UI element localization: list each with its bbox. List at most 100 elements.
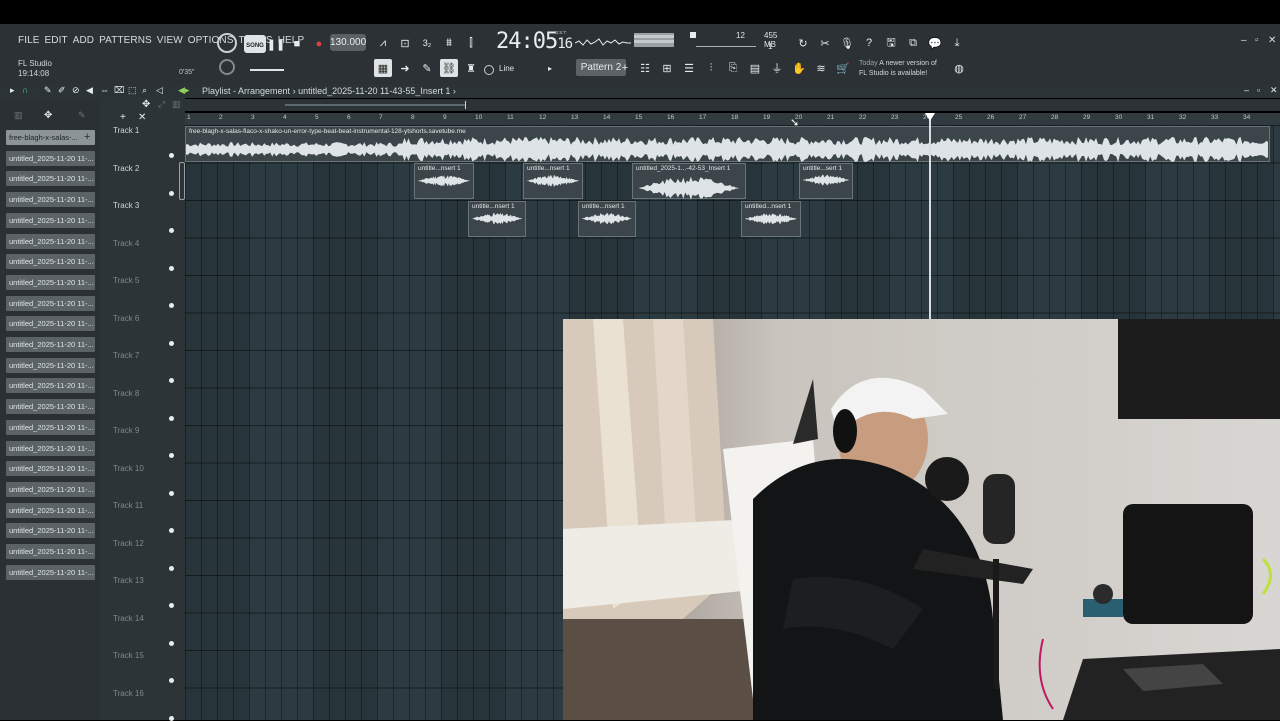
maximize-icon[interactable]: ▫	[1255, 35, 1259, 46]
track-label[interactable]: Track 15	[113, 651, 144, 660]
track-label[interactable]: Track 8	[113, 389, 139, 398]
track-mute-dot[interactable]	[169, 153, 174, 158]
track-label[interactable]: Track 2	[113, 164, 139, 173]
track-label[interactable]: Track 1	[113, 126, 139, 135]
snap-selector[interactable]: Line	[499, 64, 514, 73]
slice-tool-icon[interactable]: ⌧	[114, 85, 124, 96]
play-arrow-icon[interactable]: ▸	[10, 85, 15, 96]
track-label[interactable]: Track 14	[113, 614, 144, 623]
cart-icon[interactable]: 🛒	[834, 59, 852, 77]
cut-icon[interactable]: ✂	[816, 34, 834, 52]
playlist-minimize-icon[interactable]: –	[1244, 85, 1249, 95]
wait-input-icon[interactable]: ⊡	[396, 34, 414, 52]
horizontal-scrollbar[interactable]	[185, 99, 1280, 111]
pattern-arrow-icon[interactable]: ▸	[541, 59, 559, 77]
clip-list-item[interactable]: untitled_2025-11-20 11-...	[6, 212, 95, 228]
playlist-close-icon[interactable]: ✕	[1270, 85, 1278, 96]
track-mute-dot[interactable]	[169, 678, 174, 683]
clip-list-item[interactable]: untitled_2025-11-20 11-...	[6, 399, 95, 415]
track-label[interactable]: Track 4	[113, 239, 139, 248]
track-mute-dot[interactable]	[169, 228, 174, 233]
record-button[interactable]: ●	[310, 35, 328, 53]
step-edit-icon[interactable]: ⩩	[440, 34, 458, 52]
track-label[interactable]: Track 11	[113, 501, 143, 510]
audio-clip-vocal[interactable]: untitled_2025-1...-42-53_Insert 1	[632, 163, 746, 200]
audio-clip-vocal[interactable]: untitle...nsert 1	[578, 201, 636, 237]
menu-edit[interactable]: EDIT	[45, 35, 68, 46]
add-pattern-icon[interactable]: +	[616, 59, 634, 77]
close-icon[interactable]: ✕	[1268, 35, 1276, 46]
menu-patterns[interactable]: PATTERNS	[99, 35, 152, 46]
edit-icon[interactable]: ✎	[78, 110, 86, 121]
clip-list-item[interactable]: untitled_2025-11-20 11-...	[6, 254, 95, 270]
clip-list-item[interactable]: untitled_2025-11-20 11-...	[6, 337, 95, 352]
playlist-icon[interactable]: ☰	[680, 59, 698, 77]
slip-tool-icon[interactable]: ⇔	[100, 85, 109, 95]
master-volume-slider[interactable]	[250, 69, 284, 71]
clip-list-item[interactable]: untitled_2025-11-20 11-...	[6, 564, 95, 580]
track-label[interactable]: Track 12	[113, 539, 144, 548]
track-edit-icon[interactable]: ⤢	[158, 99, 165, 110]
audio-clip-beat[interactable]: free-blagh-x-salas-flaco-x-shako-un-erro…	[185, 126, 1270, 163]
clip-list-item[interactable]: untitled_2025-11-20 11-...	[6, 171, 95, 187]
arrow-right-icon[interactable]: ➜	[396, 59, 414, 77]
track-mute-dot[interactable]	[169, 490, 174, 496]
mixer-icon[interactable]: ⫶	[702, 59, 720, 77]
clip-list-item[interactable]: untitled_2025-11-20 11-...	[6, 357, 95, 373]
track-label[interactable]: Track 9	[113, 426, 139, 435]
track-mute-dot[interactable]	[169, 303, 174, 308]
playhead-marker-icon[interactable]	[925, 113, 935, 121]
audio-clip-vocal[interactable]: untitled...nsert 1	[741, 201, 801, 237]
select-tool-icon[interactable]: ⬚	[128, 85, 137, 96]
clip-list-item[interactable]: untitled_2025-11-20 11-...	[6, 502, 95, 518]
stamp-icon[interactable]: ♜	[462, 59, 480, 77]
master-pitch-knob[interactable]	[219, 59, 235, 75]
timeline-ruler[interactable]: 1 2 3 4 5 6 7 8 9 10 11 12 13 14 15 16 17 18 19 20 21 22 23 24 2…	[185, 113, 1280, 125]
audio-clip-vocal[interactable]: untitle...nsert 1	[414, 163, 474, 199]
track-mute-dot[interactable]	[169, 453, 174, 458]
track-label[interactable]: Track 16	[113, 689, 144, 698]
track-grid-icon[interactable]: ▥	[172, 99, 181, 110]
clip-list-item[interactable]: untitled_2025-11-20 11-...	[6, 274, 95, 290]
track-label[interactable]: Track 7	[113, 351, 139, 360]
audio-clip-vocal[interactable]: untitle...nsert 1	[523, 163, 583, 199]
step-sequencer-icon[interactable]: ⊞	[658, 59, 676, 77]
audio-clip-vocal[interactable]: untitle...nsert 1	[468, 201, 526, 237]
track-mute-dot[interactable]	[169, 528, 174, 533]
menu-view[interactable]: VIEW	[157, 35, 183, 46]
track-mute-dot[interactable]	[169, 565, 174, 571]
audio-clip-vocal[interactable]: untitle...sert 1	[799, 163, 853, 199]
project-icon[interactable]: ▤	[746, 59, 764, 77]
menu-add[interactable]: ADD	[73, 35, 94, 46]
pencil-icon[interactable]: ✎	[418, 59, 436, 77]
update-notice[interactable]: Today A newer version of FL Studio is av…	[859, 59, 937, 79]
mute-tool-icon[interactable]: ◀	[86, 85, 93, 96]
tempo-tapper-icon[interactable]: ≋	[812, 59, 830, 77]
globe-icon[interactable]: ◍	[950, 59, 968, 77]
track-label[interactable]: Track 13	[113, 576, 144, 585]
track-mute-dot[interactable]	[169, 640, 174, 646]
stop-button[interactable]: ■	[288, 35, 306, 53]
draw-tool-icon[interactable]: ✎	[44, 85, 52, 96]
clip-list-item[interactable]: untitled_2025-11-20 11-...	[6, 523, 95, 539]
playlist-restore-icon[interactable]: ▫	[1257, 85, 1260, 95]
arrangement-arrow-icon[interactable]: ◀▸	[178, 85, 189, 96]
track-mute-dot[interactable]	[169, 603, 174, 608]
clip-list-item[interactable]: untitled_2025-11-20 11-...	[6, 295, 95, 311]
magnet-icon[interactable]	[484, 65, 494, 75]
move-icon[interactable]: ✥	[44, 110, 52, 121]
clip-list-item[interactable]: untitled_2025-11-20 11-...	[6, 316, 95, 332]
touch-icon[interactable]: ✋	[790, 59, 808, 77]
undo-icon[interactable]: ↻	[794, 34, 812, 52]
track-label[interactable]: Track 3	[113, 201, 139, 210]
microphone-icon[interactable]: 🎙	[838, 34, 856, 52]
metronome-icon[interactable]: ⩘	[374, 34, 392, 52]
track-mute-dot[interactable]	[169, 190, 174, 196]
clip-list-item[interactable]: untitled_2025-11-20 11-...	[6, 461, 95, 477]
delete-tool-icon[interactable]: ⊘	[72, 85, 80, 96]
paint-tool-icon[interactable]: ✐	[58, 85, 66, 96]
clip-list-item[interactable]: untitled_2025-11-20 11-...	[6, 233, 95, 249]
help-icon[interactable]: ?	[860, 34, 878, 52]
browser-icon[interactable]: ⎘	[724, 59, 742, 77]
piano-roll-icon[interactable]: ▦	[374, 59, 392, 77]
